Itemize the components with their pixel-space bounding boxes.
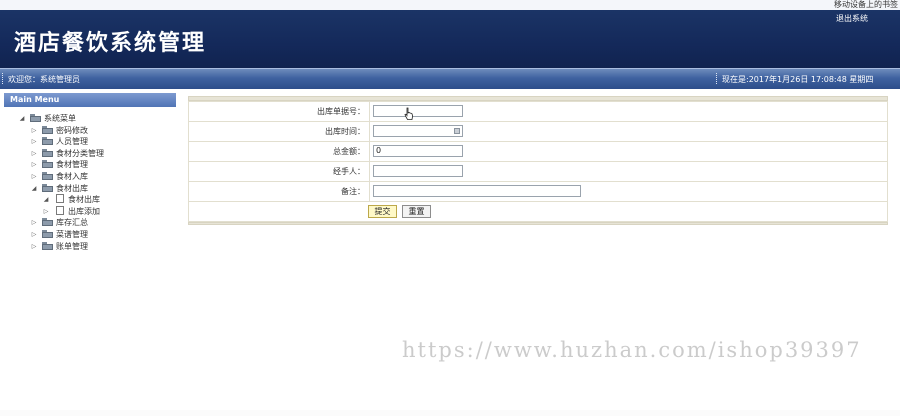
document-icon xyxy=(56,205,64,215)
folder-icon xyxy=(42,125,53,134)
folder-icon xyxy=(42,171,53,180)
tree-root[interactable]: ◢ 系统菜单 xyxy=(4,113,176,125)
welcome-text: 欢迎您：系统管理员 xyxy=(8,75,80,84)
field-label: 出库时间： xyxy=(188,121,370,142)
stock-out-time-input[interactable] xyxy=(373,125,463,137)
expand-icon[interactable]: ▷ xyxy=(30,127,38,134)
stock-out-form: 出库单据号： 出库时间： 总金额： 0 经手人： 备注： 提交 重置 xyxy=(188,101,888,222)
remarks-input[interactable] xyxy=(373,185,581,197)
sidebar-item-password[interactable]: ▷ 密码修改 xyxy=(4,125,176,137)
sidebar-item-label: 菜谱管理 xyxy=(56,229,88,239)
form-row: 出库单据号： xyxy=(188,101,888,122)
sidebar: Main Menu ◢ 系统菜单 ▷ 密码修改 ▷ 人员管理 ▷ 食材分类管理 … xyxy=(4,93,176,416)
status-bar xyxy=(0,410,900,416)
sidebar-subitem-stock-out-add[interactable]: ▷ 出库添加 xyxy=(4,205,176,218)
form-row: 出库时间： xyxy=(188,121,888,142)
divider xyxy=(2,73,5,84)
field-label: 经手人： xyxy=(188,161,370,182)
expand-icon[interactable]: ▷ xyxy=(30,150,38,157)
form-row: 经手人： xyxy=(188,161,888,182)
folder-icon xyxy=(30,114,41,122)
field-label: 备注： xyxy=(188,181,370,202)
expand-icon[interactable]: ▷ xyxy=(30,243,38,250)
divider xyxy=(716,73,719,84)
sidebar-item-label: 食材出库 xyxy=(56,183,88,193)
sidebar-item-label: 库存汇总 xyxy=(56,218,88,228)
hand-cursor-icon xyxy=(404,107,414,120)
folder-icon xyxy=(42,160,53,169)
browser-top-strip: 移动设备上的书签 xyxy=(0,0,900,10)
sidebar-item-ingredients[interactable]: ▷ 食材管理 xyxy=(4,159,176,171)
field-cell xyxy=(369,181,888,202)
stock-out-form-panel: 出库单据号： 出库时间： 总金额： 0 经手人： 备注： 提交 重置 xyxy=(188,96,888,225)
expand-icon[interactable]: ▷ xyxy=(30,173,38,180)
logout-link[interactable]: 退出系统 xyxy=(836,13,868,24)
expand-icon[interactable]: ▷ xyxy=(30,219,38,226)
sidebar-item-ingredient-category[interactable]: ▷ 食材分类管理 xyxy=(4,148,176,160)
form-buttons-row: 提交 重置 xyxy=(188,201,888,222)
sidebar-heading: Main Menu xyxy=(4,93,176,107)
sidebar-item-label: 人员管理 xyxy=(56,137,88,147)
sidebar-item-staff[interactable]: ▷ 人员管理 xyxy=(4,136,176,148)
menu-tree: ◢ 系统菜单 ▷ 密码修改 ▷ 人员管理 ▷ 食材分类管理 ▷ 食材管理 ▷ 食… xyxy=(4,113,176,252)
field-cell xyxy=(369,101,888,122)
collapse-icon[interactable]: ◢ xyxy=(30,185,38,192)
sidebar-item-bills[interactable]: ▷ 账单管理 xyxy=(4,241,176,253)
field-label: 出库单据号： xyxy=(188,101,370,122)
sidebar-item-label: 账单管理 xyxy=(56,241,88,251)
sidebar-subitem-label: 出库添加 xyxy=(68,206,100,216)
mobile-bookmarks-link[interactable]: 移动设备上的书签 xyxy=(834,0,898,10)
folder-icon xyxy=(42,137,53,146)
form-row: 备注： xyxy=(188,181,888,202)
receipt-number-input[interactable] xyxy=(373,105,463,117)
expand-icon[interactable]: ▷ xyxy=(30,231,38,238)
calendar-icon[interactable] xyxy=(454,128,460,134)
field-label: 总金额： xyxy=(188,141,370,162)
folder-icon xyxy=(42,229,53,238)
sidebar-item-label: 食材入库 xyxy=(56,171,88,181)
submit-button[interactable]: 提交 xyxy=(368,205,397,218)
sidebar-item-stock-out[interactable]: ◢ 食材出库 xyxy=(4,183,176,195)
sidebar-subitem-stock-out-list[interactable]: ◢ 食材出库 xyxy=(4,194,176,206)
sidebar-subitem-label: 食材出库 xyxy=(68,195,100,205)
tree-root-label: 系统菜单 xyxy=(44,114,76,123)
collapse-icon[interactable]: ◢ xyxy=(42,196,50,203)
app-header: 酒店餐饮系统管理 退出系统 xyxy=(0,10,900,68)
total-amount-input[interactable]: 0 xyxy=(373,145,463,157)
field-cell: 0 xyxy=(369,141,888,162)
folder-icon xyxy=(42,183,53,192)
folder-icon xyxy=(42,218,53,227)
expand-icon[interactable]: ▷ xyxy=(30,138,38,145)
expand-icon[interactable]: ▷ xyxy=(30,161,38,168)
sidebar-item-label: 食材分类管理 xyxy=(56,148,104,158)
handler-input[interactable] xyxy=(373,165,463,177)
welcome-bar: 欢迎您：系统管理员 现在是:2017年1月26日 17:08:48 星期四 xyxy=(0,68,900,89)
document-icon xyxy=(56,194,64,204)
folder-icon xyxy=(42,241,53,250)
sidebar-item-menu[interactable]: ▷ 菜谱管理 xyxy=(4,229,176,241)
folder-icon xyxy=(42,148,53,157)
expand-icon[interactable]: ▷ xyxy=(42,208,50,215)
form-row: 总金额： 0 xyxy=(188,141,888,162)
panel-bottom-border xyxy=(188,222,888,225)
datetime-text: 现在是:2017年1月26日 17:08:48 星期四 xyxy=(722,75,874,84)
sidebar-item-label: 密码修改 xyxy=(56,125,88,135)
app-title: 酒店餐饮系统管理 xyxy=(14,30,207,56)
collapse-icon[interactable]: ◢ xyxy=(18,115,26,122)
sidebar-item-stock-in[interactable]: ▷ 食材入库 xyxy=(4,171,176,183)
watermark-text: https://www.huzhan.com/ishop39397 xyxy=(402,338,862,362)
field-cell xyxy=(369,161,888,182)
reset-button[interactable]: 重置 xyxy=(402,205,431,218)
sidebar-item-inventory[interactable]: ▷ 库存汇总 xyxy=(4,217,176,229)
field-cell xyxy=(369,121,888,142)
buttons-cell: 提交 重置 xyxy=(188,201,888,222)
sidebar-item-label: 食材管理 xyxy=(56,160,88,170)
